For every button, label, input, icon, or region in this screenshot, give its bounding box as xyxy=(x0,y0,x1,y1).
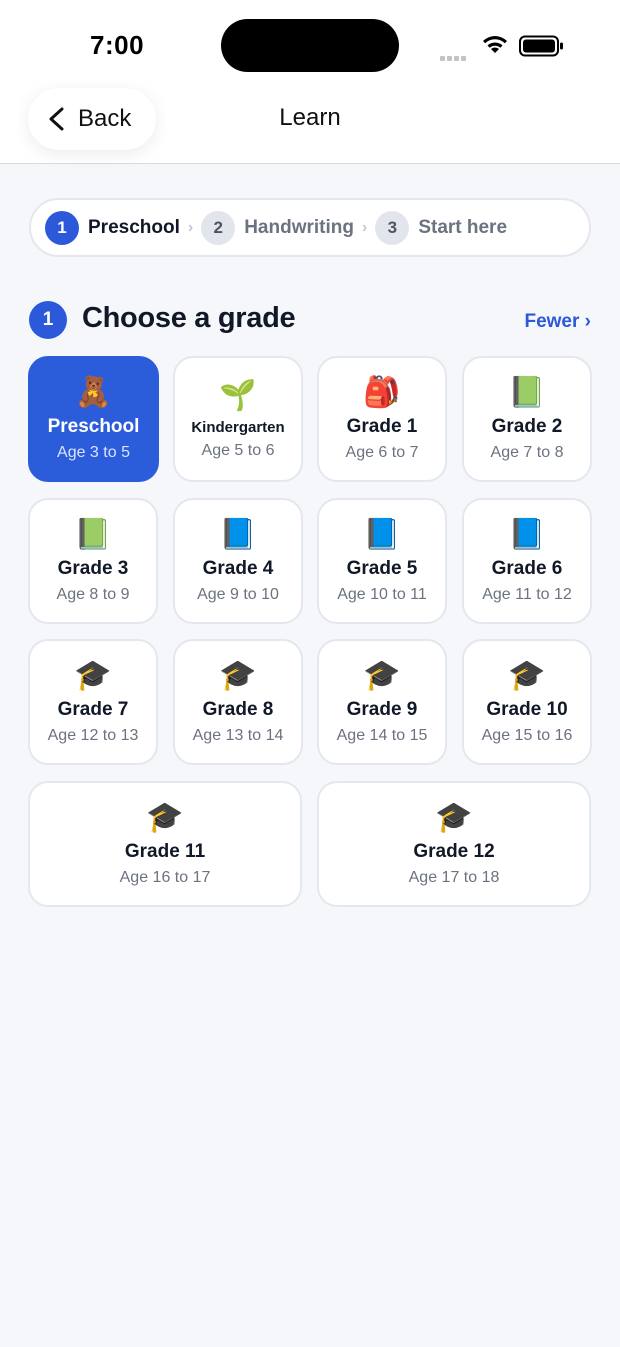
battery-icon xyxy=(519,35,563,57)
page-title: Learn xyxy=(279,104,341,131)
grade-card-grade-4[interactable]: 📘 Grade 4 Age 9 to 10 xyxy=(173,498,303,624)
graduation-cap-icon: 🎓 xyxy=(363,659,401,692)
grade-age-range: Age 7 to 8 xyxy=(490,444,564,461)
chevron-right-icon: › xyxy=(187,218,194,236)
grade-name: Grade 7 xyxy=(57,699,129,720)
chevron-right-icon: › xyxy=(361,218,368,236)
grade-name: Grade 8 xyxy=(202,699,274,720)
grade-age-range: Age 15 to 16 xyxy=(481,727,573,744)
grade-name: Grade 9 xyxy=(346,699,418,720)
grade-card-grade-10[interactable]: 🎓 Grade 10 Age 15 to 16 xyxy=(462,639,592,765)
wifi-icon xyxy=(483,36,507,53)
graduation-cap-icon: 🎓 xyxy=(508,659,546,692)
grade-age-range: Age 5 to 6 xyxy=(201,441,275,459)
graduation-cap-icon: 🎓 xyxy=(435,801,473,834)
grade-name: Grade 5 xyxy=(346,558,418,579)
seedling-icon: 🌱 xyxy=(219,378,257,412)
blue-book-icon: 📘 xyxy=(363,518,401,551)
grade-name: Grade 2 xyxy=(491,416,563,437)
step-label: Handwriting xyxy=(244,216,354,238)
grade-age-range: Age 3 to 5 xyxy=(57,444,130,461)
step-number: 1 xyxy=(45,210,79,245)
grade-name: Grade 3 xyxy=(57,558,129,579)
grade-age-range: Age 8 to 9 xyxy=(56,586,130,603)
graduation-cap-icon: 🎓 xyxy=(74,659,112,692)
grade-card-grade-9[interactable]: 🎓 Grade 9 Age 14 to 15 xyxy=(317,639,447,765)
grade-card-grade-2[interactable]: 📗 Grade 2 Age 7 to 8 xyxy=(462,356,592,482)
step-number: 2 xyxy=(201,210,236,245)
grade-card-grade-11[interactable]: 🎓 Grade 11 Age 16 to 17 xyxy=(28,781,302,907)
green-book-icon: 📗 xyxy=(508,376,546,409)
step-preschool[interactable]: 1 Preschool xyxy=(45,210,180,245)
grade-name: Grade 12 xyxy=(413,841,495,862)
fewer-toggle-link[interactable]: Fewer › xyxy=(524,311,591,333)
grade-card-grade-1[interactable]: 🎒 Grade 1 Age 6 to 7 xyxy=(317,356,447,482)
blue-book-icon: 📘 xyxy=(219,518,257,551)
grade-card-grade-6[interactable]: 📘 Grade 6 Age 11 to 12 xyxy=(462,498,592,624)
section-number-badge: 1 xyxy=(29,301,67,339)
green-book-icon: 📗 xyxy=(74,518,112,551)
grade-age-range: Age 13 to 14 xyxy=(192,727,284,744)
graduation-cap-icon: 🎓 xyxy=(146,801,184,834)
graduation-cap-icon: 🎓 xyxy=(219,659,257,692)
blue-book-icon: 📘 xyxy=(508,518,546,551)
step-start-here[interactable]: 3 Start here xyxy=(375,210,508,245)
grade-age-range: Age 10 to 11 xyxy=(337,586,427,603)
grade-name: Preschool xyxy=(47,416,140,437)
step-number: 3 xyxy=(375,210,410,245)
grade-age-range: Age 6 to 7 xyxy=(345,444,419,461)
step-handwriting[interactable]: 2 Handwriting xyxy=(201,210,354,245)
progress-stepper: 1 Preschool › 2 Handwriting › 3 Start he… xyxy=(29,198,591,257)
cellular-signal-icon xyxy=(440,48,468,66)
teddy-bear-icon: 🧸 xyxy=(74,376,113,409)
grade-card-grade-5[interactable]: 📘 Grade 5 Age 10 to 11 xyxy=(317,498,447,624)
grade-card-grade-3[interactable]: 📗 Grade 3 Age 8 to 9 xyxy=(28,498,158,624)
grade-name: Kindergarten xyxy=(191,418,285,436)
grade-age-range: Age 11 to 12 xyxy=(482,586,572,603)
step-label: Start here xyxy=(418,216,508,238)
backpack-icon: 🎒 xyxy=(363,376,401,409)
dynamic-island xyxy=(221,19,399,72)
grade-card-grade-12[interactable]: 🎓 Grade 12 Age 17 to 18 xyxy=(317,781,591,907)
status-time: 7:00 xyxy=(90,30,145,60)
grade-name: Grade 10 xyxy=(486,699,568,720)
step-label: Preschool xyxy=(88,216,180,238)
grade-name: Grade 4 xyxy=(202,558,274,579)
grade-age-range: Age 16 to 17 xyxy=(119,869,211,886)
grade-name: Grade 6 xyxy=(491,558,563,579)
grade-card-grade-8[interactable]: 🎓 Grade 8 Age 13 to 14 xyxy=(173,639,303,765)
grade-card-kindergarten[interactable]: 🌱 Kindergarten Age 5 to 6 xyxy=(173,356,303,482)
grade-name: Grade 1 xyxy=(346,416,418,437)
grade-name: Grade 11 xyxy=(124,841,206,862)
grade-card-preschool[interactable]: 🧸 Preschool Age 3 to 5 xyxy=(28,356,159,482)
grade-age-range: Age 12 to 13 xyxy=(47,727,139,744)
grade-age-range: Age 14 to 15 xyxy=(336,727,428,744)
grade-age-range: Age 17 to 18 xyxy=(408,869,500,886)
grade-card-grade-7[interactable]: 🎓 Grade 7 Age 12 to 13 xyxy=(28,639,158,765)
section-title: Choose a grade xyxy=(82,302,296,334)
grade-age-range: Age 9 to 10 xyxy=(197,586,279,603)
status-bar: 7:00 xyxy=(0,0,620,90)
